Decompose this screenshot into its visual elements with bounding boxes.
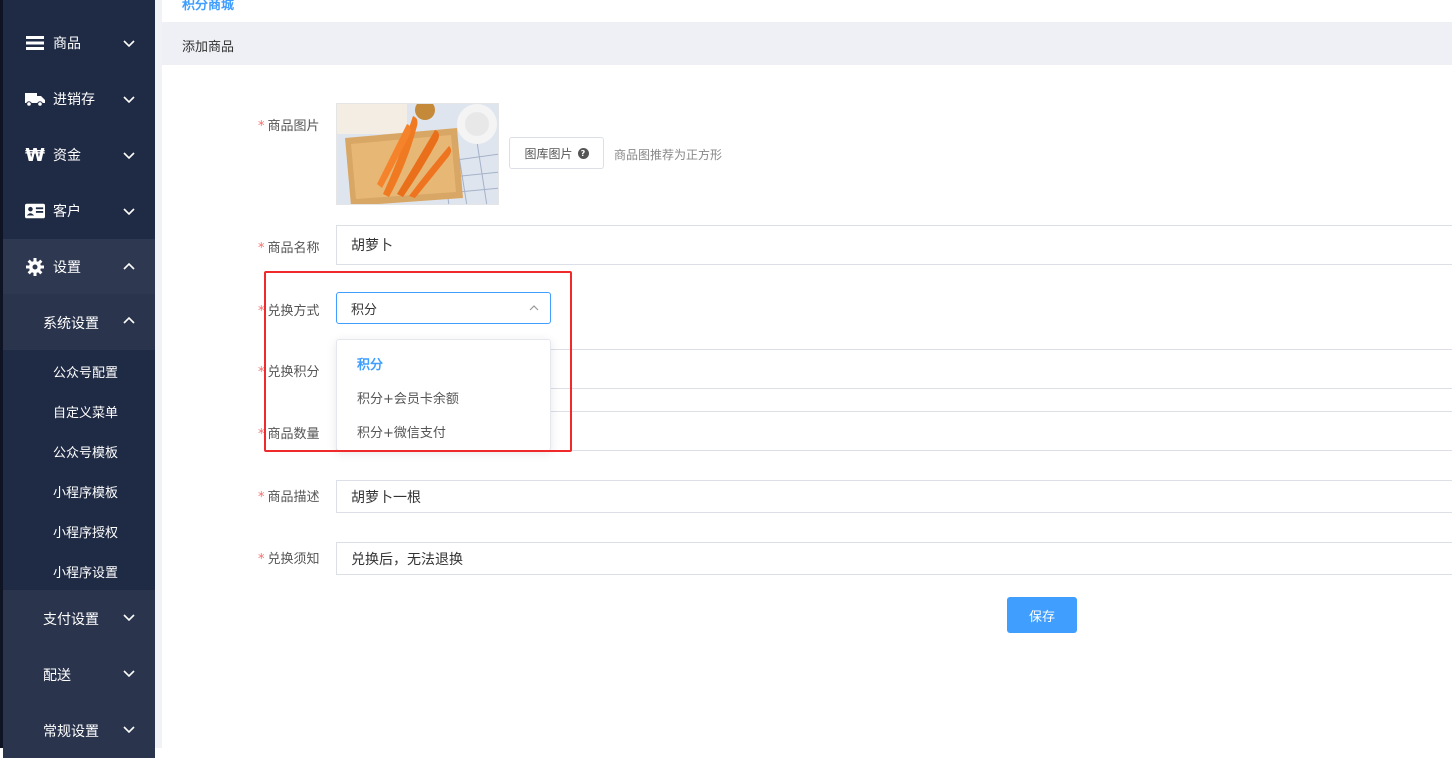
menu-icon [25, 33, 45, 53]
sidebar-item-label: 公众号模板 [53, 446, 119, 461]
nav-delivery[interactable]: 配送 [3, 646, 155, 702]
required-mark: * [258, 119, 265, 134]
required-mark: * [258, 241, 265, 256]
page-title: 添加商品 [182, 40, 235, 55]
chevron-down-icon [123, 152, 135, 160]
breadcrumb[interactable]: 积分商城 [182, 0, 234, 13]
sidebar-item-mp-config[interactable]: 公众号配置 [3, 350, 155, 390]
won-icon: ₩ [25, 144, 45, 166]
notice-label-text: 兑换须知 [267, 552, 320, 567]
truck-icon [25, 89, 45, 109]
nav-system-settings[interactable]: 系统设置 [3, 294, 155, 350]
nav-goods-label: 商品 [53, 36, 81, 52]
required-mark: * [258, 427, 265, 442]
nav-customers-label: 客户 [53, 204, 81, 220]
library-image-button-label: 图库图片 [524, 146, 573, 161]
required-mark: * [258, 304, 265, 319]
chevron-up-icon [123, 262, 135, 270]
nav-settings[interactable]: 设置 [3, 239, 155, 295]
desc-input[interactable]: 胡萝卜一根 [336, 480, 1452, 513]
exchange-select-value: 积分 [351, 302, 378, 318]
desc-input-value: 胡萝卜一根 [351, 489, 421, 506]
option-label: 积分+微信支付 [357, 425, 446, 441]
nav-system-settings-label: 系统设置 [43, 316, 99, 332]
exchange-label-text: 兑换方式 [267, 304, 320, 319]
sidebar-item-miniapp-auth[interactable]: 小程序授权 [3, 510, 155, 550]
exchange-dropdown: 积分 积分+会员卡余额 积分+微信支付 [336, 339, 551, 451]
library-image-button[interactable]: 图库图片 ? [509, 137, 604, 169]
chevron-up-icon [123, 316, 135, 324]
help-icon: ? [577, 147, 589, 159]
nav-delivery-label: 配送 [43, 668, 71, 684]
name-label-text: 商品名称 [267, 241, 320, 256]
carrot-photo [337, 104, 498, 204]
chevron-down-icon [123, 670, 135, 678]
layout-gutter [155, 0, 162, 748]
exchange-option-points[interactable]: 积分 [337, 346, 550, 380]
nav-goods[interactable]: 商品 [3, 15, 155, 71]
exchange-select[interactable]: 积分 [336, 292, 551, 324]
desc-label-text: 商品描述 [267, 490, 320, 505]
option-label: 积分 [357, 357, 384, 373]
sidebar-item-custom-menu[interactable]: 自定义菜单 [3, 390, 155, 430]
chevron-down-icon [123, 726, 135, 734]
sidebar-item-label: 自定义菜单 [53, 406, 119, 421]
sidebar-item-mp-template[interactable]: 公众号模板 [3, 430, 155, 470]
points-label-text: 兑换积分 [267, 365, 320, 380]
product-image[interactable] [336, 103, 499, 205]
main-content: 积分商城 添加商品 * 商品图片 图库图片 ? 商品图推荐为正方形 * 商品名称… [162, 0, 1452, 748]
nav-customers[interactable]: 客户 [3, 183, 155, 239]
notice-label: * 兑换须知 [258, 548, 328, 567]
quantity-label: * 商品数量 [258, 423, 328, 442]
sidebar-item-label: 小程序授权 [53, 526, 119, 541]
exchange-option-points-wechat[interactable]: 积分+微信支付 [337, 414, 550, 448]
quantity-label-text: 商品数量 [267, 427, 320, 442]
image-label: * 商品图片 [258, 115, 328, 134]
sidebar-item-miniapp-settings[interactable]: 小程序设置 [3, 550, 155, 590]
gear-icon [25, 257, 45, 277]
chevron-down-icon [123, 208, 135, 216]
nav-general-settings-label: 常规设置 [43, 724, 99, 740]
name-input[interactable]: 胡萝卜 [336, 225, 1452, 265]
nav-general-settings[interactable]: 常规设置 [3, 702, 155, 758]
chevron-down-icon [123, 96, 135, 104]
nav-funds-label: 资金 [53, 148, 81, 164]
image-hint: 商品图推荐为正方形 [614, 148, 723, 162]
name-label: * 商品名称 [258, 237, 328, 256]
sidebar-item-miniapp-template[interactable]: 小程序模板 [3, 470, 155, 510]
sidebar: 商品 进销存 ₩ 资金 客户 设置 系统设置 公众号配置 自定义菜单 公众号模板… [0, 0, 155, 758]
nav-inventory[interactable]: 进销存 [3, 71, 155, 127]
nav-settings-label: 设置 [53, 260, 81, 276]
name-input-value: 胡萝卜 [351, 238, 393, 254]
sidebar-item-label: 小程序设置 [53, 566, 119, 581]
nav-funds[interactable]: ₩ 资金 [3, 127, 155, 183]
save-button[interactable]: 保存 [1007, 597, 1077, 633]
page-header: 添加商品 [162, 22, 1452, 65]
notice-input[interactable]: 兑换后，无法退换 [336, 542, 1452, 575]
option-label: 积分+会员卡余额 [357, 391, 459, 407]
required-mark: * [258, 490, 265, 505]
nav-payment-settings-label: 支付设置 [43, 612, 99, 628]
sidebar-item-label: 小程序模板 [53, 486, 119, 501]
image-label-text: 商品图片 [267, 119, 320, 134]
nav-payment-settings[interactable]: 支付设置 [3, 590, 155, 646]
required-mark: * [258, 552, 265, 567]
id-card-icon [25, 201, 45, 221]
chevron-down-icon [123, 40, 135, 48]
desc-label: * 商品描述 [258, 486, 328, 505]
nav-inventory-label: 进销存 [53, 92, 95, 108]
chevron-up-icon [529, 305, 539, 311]
save-button-label: 保存 [1028, 609, 1055, 625]
exchange-option-points-card[interactable]: 积分+会员卡余额 [337, 380, 550, 414]
exchange-label: * 兑换方式 [258, 300, 328, 319]
sidebar-item-label: 公众号配置 [53, 366, 119, 381]
points-label: * 兑换积分 [258, 361, 328, 380]
notice-input-value: 兑换后，无法退换 [351, 551, 463, 568]
chevron-down-icon [123, 614, 135, 622]
required-mark: * [258, 365, 265, 380]
